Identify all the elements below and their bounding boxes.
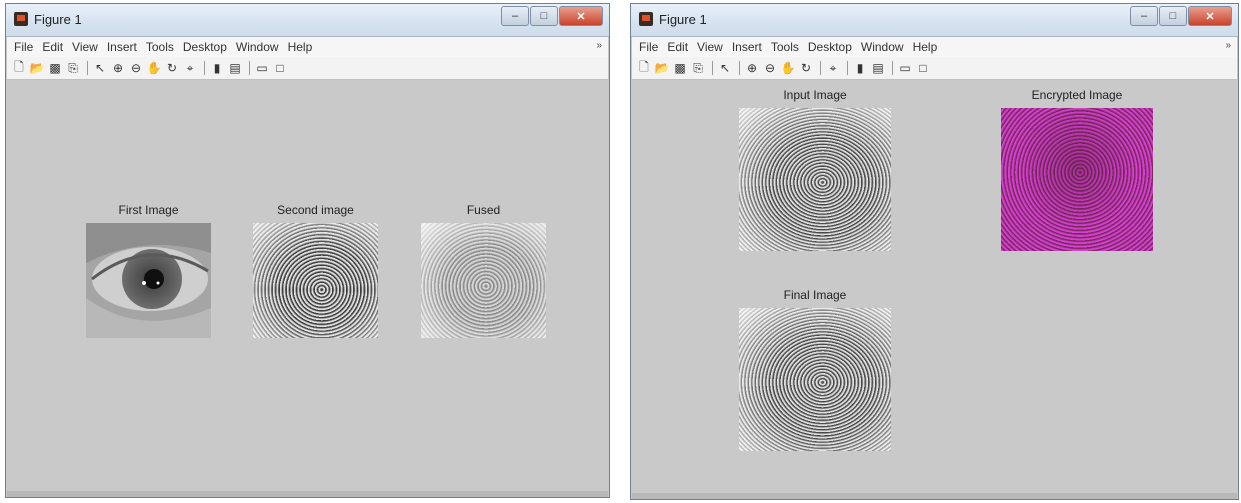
zoom-out-icon[interactable]: ⊖	[762, 61, 778, 75]
maximize-button[interactable]: □	[530, 6, 558, 26]
figure-window-1: Figure 1 – □ ✕ File Edit View Insert Too…	[5, 3, 610, 498]
menu-file[interactable]: File	[14, 40, 33, 54]
axes-title-second-image: Second image	[277, 203, 354, 217]
hide-tools-icon[interactable]: ▭	[254, 61, 270, 75]
data-cursor-icon[interactable]: ⌖	[825, 61, 841, 76]
legend-icon[interactable]: ▤	[870, 61, 886, 75]
menu-view[interactable]: View	[72, 40, 98, 54]
menu-tools[interactable]: Tools	[771, 40, 799, 54]
menu-desktop[interactable]: Desktop	[183, 40, 227, 54]
fused-image	[421, 223, 546, 338]
axes-title-final-image: Final Image	[783, 288, 847, 302]
first-image-eye	[86, 223, 211, 338]
eye-graphic	[86, 223, 211, 338]
menu-window[interactable]: Window	[236, 40, 279, 54]
matlab-figure-icon	[14, 12, 28, 26]
menu-view[interactable]: View	[697, 40, 723, 54]
edit-plot-icon[interactable]: ↖	[717, 61, 733, 75]
pan-icon[interactable]: ✋	[146, 61, 162, 75]
close-button[interactable]: ✕	[559, 6, 603, 26]
menu-window[interactable]: Window	[861, 40, 904, 54]
menu-desktop[interactable]: Desktop	[808, 40, 852, 54]
window-title: Figure 1	[659, 12, 707, 27]
zoom-in-icon[interactable]: ⊕	[110, 61, 126, 75]
figure-toolbar: 🗋 📂 ▩ ⎘ ↖ ⊕ ⊖ ✋ ↻ ⌖ ▮ ▤ ▭ □	[7, 57, 608, 80]
print-icon[interactable]: ⎘	[690, 61, 706, 76]
menu-insert[interactable]: Insert	[107, 40, 137, 54]
minimize-button[interactable]: –	[501, 6, 529, 26]
edit-plot-icon[interactable]: ↖	[92, 61, 108, 75]
rotate-icon[interactable]: ↻	[164, 61, 180, 75]
window-title: Figure 1	[34, 12, 82, 27]
print-icon[interactable]: ⎘	[65, 61, 81, 76]
colorbar-icon[interactable]: ▮	[852, 61, 868, 75]
menu-insert[interactable]: Insert	[732, 40, 762, 54]
rotate-icon[interactable]: ↻	[798, 61, 814, 75]
figure-toolbar: 🗋 📂 ▩ ⎘ ↖ ⊕ ⊖ ✋ ↻ ⌖ ▮ ▤ ▭ □	[632, 57, 1237, 80]
show-tools-icon[interactable]: □	[915, 61, 931, 75]
figure-window-2: Figure 1 – □ ✕ File Edit View Insert Too…	[630, 3, 1239, 500]
show-tools-icon[interactable]: □	[272, 61, 288, 75]
menu-tools[interactable]: Tools	[146, 40, 174, 54]
encrypted-image	[1001, 108, 1153, 251]
title-bar[interactable]: Figure 1 – □ ✕	[631, 4, 1238, 37]
maximize-button[interactable]: □	[1159, 6, 1187, 26]
menu-help[interactable]: Help	[913, 40, 938, 54]
menu-bar: File Edit View Insert Tools Desktop Wind…	[632, 37, 1237, 57]
new-file-icon[interactable]: 🗋	[11, 58, 27, 79]
new-file-icon[interactable]: 🗋	[636, 58, 652, 79]
open-folder-icon[interactable]: 📂	[29, 61, 45, 75]
axes-title-fused: Fused	[466, 203, 501, 217]
pan-icon[interactable]: ✋	[780, 61, 796, 75]
axes-title-first-image: First Image	[118, 203, 179, 217]
menu-help[interactable]: Help	[288, 40, 313, 54]
title-bar[interactable]: Figure 1 – □ ✕	[6, 4, 609, 37]
menu-bar: File Edit View Insert Tools Desktop Wind…	[7, 37, 608, 57]
zoom-in-icon[interactable]: ⊕	[744, 61, 760, 75]
minimize-button[interactable]: –	[1130, 6, 1158, 26]
hide-tools-icon[interactable]: ▭	[897, 61, 913, 75]
menu-edit[interactable]: Edit	[667, 40, 688, 54]
save-icon[interactable]: ▩	[672, 61, 688, 75]
menu-overflow-icon[interactable]: »	[596, 40, 602, 51]
matlab-figure-icon	[639, 12, 653, 26]
window-bottom-edge	[7, 491, 608, 497]
save-icon[interactable]: ▩	[47, 61, 63, 75]
menu-edit[interactable]: Edit	[42, 40, 63, 54]
close-button[interactable]: ✕	[1188, 6, 1232, 26]
menu-file[interactable]: File	[639, 40, 658, 54]
second-image-fingerprint	[253, 223, 378, 338]
data-cursor-icon[interactable]: ⌖	[182, 61, 198, 76]
input-image-fingerprint	[739, 108, 891, 251]
colorbar-icon[interactable]: ▮	[209, 61, 225, 75]
legend-icon[interactable]: ▤	[227, 61, 243, 75]
window-bottom-edge	[632, 493, 1237, 499]
menu-overflow-icon[interactable]: »	[1225, 40, 1231, 51]
final-image-fingerprint	[739, 308, 891, 451]
open-folder-icon[interactable]: 📂	[654, 61, 670, 75]
zoom-out-icon[interactable]: ⊖	[128, 61, 144, 75]
axes-title-encrypted-image: Encrypted Image	[1031, 88, 1123, 102]
axes-title-input-image: Input Image	[783, 88, 847, 102]
